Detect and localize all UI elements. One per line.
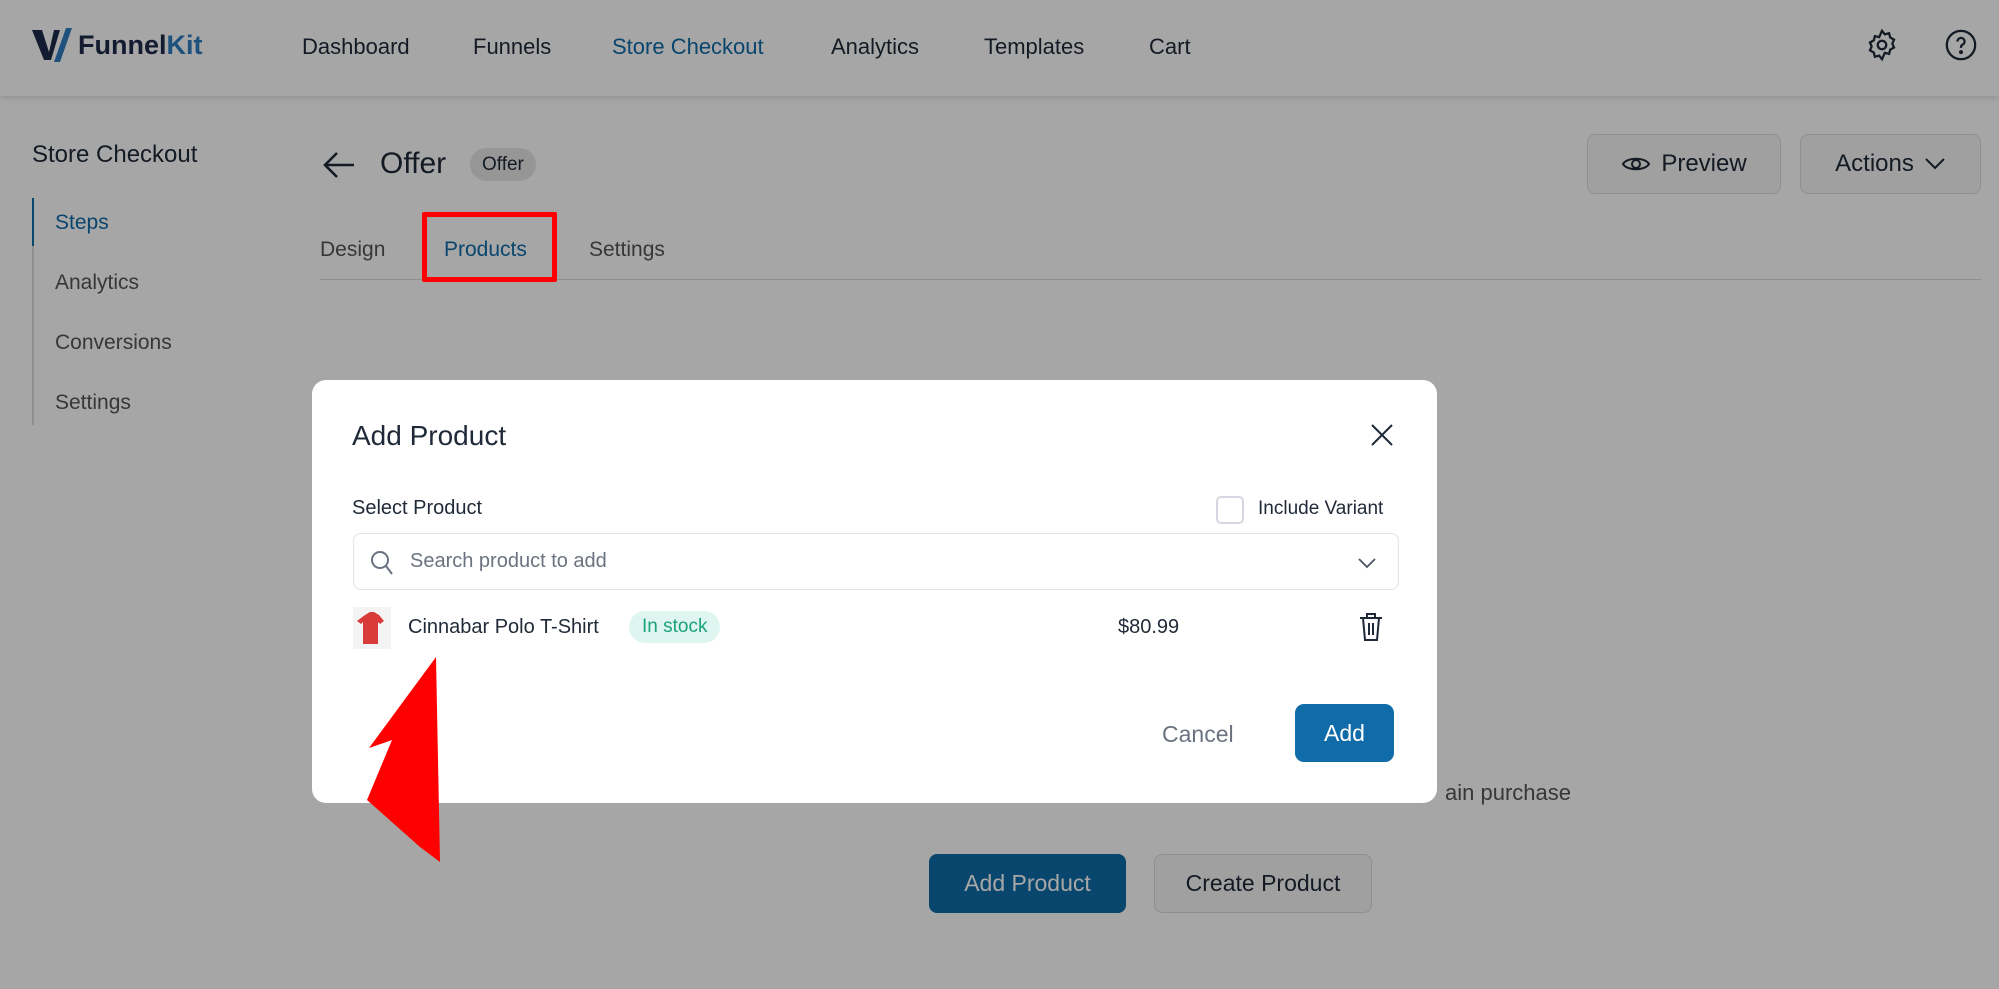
search-icon — [371, 551, 393, 575]
stock-badge: In stock — [629, 611, 721, 643]
modal-title: Add Product — [352, 420, 507, 451]
search-product-input[interactable]: Search product to add — [353, 533, 1399, 590]
select-product-label: Select Product — [352, 497, 483, 519]
cancel-button[interactable]: Cancel — [1162, 721, 1234, 748]
product-row: Cinnabar Polo T-Shirt In stock $80.99 — [353, 607, 1399, 649]
product-price: $80.99 — [1118, 616, 1180, 638]
include-variant-label[interactable]: Include Variant — [1258, 498, 1383, 520]
trash-icon[interactable] — [1359, 612, 1383, 642]
add-product-modal: Add Product Select Product Include Varia… — [312, 380, 1437, 803]
add-button[interactable]: Add — [1295, 704, 1394, 762]
products-tab-highlight — [422, 212, 557, 282]
product-thumbnail — [353, 607, 391, 649]
product-name: Cinnabar Polo T-Shirt — [408, 616, 599, 638]
include-variant-checkbox[interactable] — [1216, 496, 1244, 524]
close-icon[interactable] — [1370, 423, 1394, 447]
chevron-down-icon — [1358, 558, 1376, 569]
search-placeholder: Search product to add — [410, 550, 607, 572]
